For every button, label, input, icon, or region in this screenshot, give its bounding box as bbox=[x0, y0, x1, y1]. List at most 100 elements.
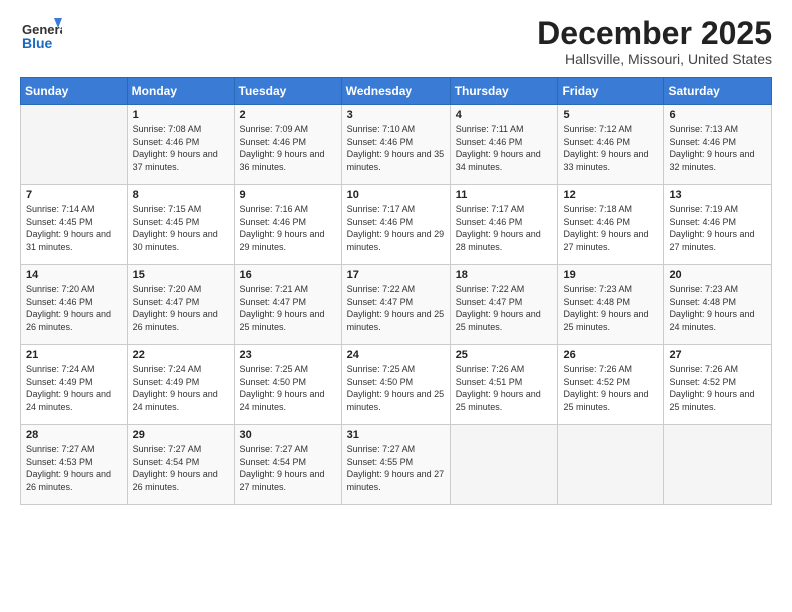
day-info: Sunrise: 7:17 AMSunset: 4:46 PMDaylight:… bbox=[456, 203, 553, 253]
day-number: 19 bbox=[563, 269, 658, 281]
day-info: Sunrise: 7:27 AMSunset: 4:53 PMDaylight:… bbox=[26, 443, 122, 493]
calendar-header: Sunday Monday Tuesday Wednesday Thursday… bbox=[21, 78, 772, 105]
day-number: 26 bbox=[563, 349, 658, 361]
day-info: Sunrise: 7:15 AMSunset: 4:45 PMDaylight:… bbox=[133, 203, 229, 253]
page-container: General Blue December 2025 Hallsville, M… bbox=[0, 0, 792, 515]
calendar-cell: 4 Sunrise: 7:11 AMSunset: 4:46 PMDayligh… bbox=[450, 105, 558, 185]
day-number: 9 bbox=[240, 189, 336, 201]
day-info: Sunrise: 7:19 AMSunset: 4:46 PMDaylight:… bbox=[669, 203, 766, 253]
calendar-cell: 16 Sunrise: 7:21 AMSunset: 4:47 PMDaylig… bbox=[234, 265, 341, 345]
day-number: 29 bbox=[133, 429, 229, 441]
day-number: 1 bbox=[133, 109, 229, 121]
day-number: 20 bbox=[669, 269, 766, 281]
day-info: Sunrise: 7:08 AMSunset: 4:46 PMDaylight:… bbox=[133, 123, 229, 173]
calendar-cell: 13 Sunrise: 7:19 AMSunset: 4:46 PMDaylig… bbox=[664, 185, 772, 265]
calendar-cell: 10 Sunrise: 7:17 AMSunset: 4:46 PMDaylig… bbox=[341, 185, 450, 265]
calendar-week-3: 21 Sunrise: 7:24 AMSunset: 4:49 PMDaylig… bbox=[21, 345, 772, 425]
calendar-cell: 27 Sunrise: 7:26 AMSunset: 4:52 PMDaylig… bbox=[664, 345, 772, 425]
calendar-cell: 7 Sunrise: 7:14 AMSunset: 4:45 PMDayligh… bbox=[21, 185, 128, 265]
day-number: 21 bbox=[26, 349, 122, 361]
calendar-cell bbox=[664, 425, 772, 505]
calendar-cell: 9 Sunrise: 7:16 AMSunset: 4:46 PMDayligh… bbox=[234, 185, 341, 265]
day-number: 12 bbox=[563, 189, 658, 201]
calendar-cell: 30 Sunrise: 7:27 AMSunset: 4:54 PMDaylig… bbox=[234, 425, 341, 505]
day-number: 2 bbox=[240, 109, 336, 121]
calendar-cell bbox=[450, 425, 558, 505]
day-info: Sunrise: 7:17 AMSunset: 4:46 PMDaylight:… bbox=[347, 203, 445, 253]
calendar-table: Sunday Monday Tuesday Wednesday Thursday… bbox=[20, 77, 772, 505]
calendar-cell: 21 Sunrise: 7:24 AMSunset: 4:49 PMDaylig… bbox=[21, 345, 128, 425]
calendar-cell: 29 Sunrise: 7:27 AMSunset: 4:54 PMDaylig… bbox=[127, 425, 234, 505]
day-number: 6 bbox=[669, 109, 766, 121]
calendar-cell: 11 Sunrise: 7:17 AMSunset: 4:46 PMDaylig… bbox=[450, 185, 558, 265]
calendar-cell: 17 Sunrise: 7:22 AMSunset: 4:47 PMDaylig… bbox=[341, 265, 450, 345]
day-info: Sunrise: 7:09 AMSunset: 4:46 PMDaylight:… bbox=[240, 123, 336, 173]
day-number: 28 bbox=[26, 429, 122, 441]
day-number: 18 bbox=[456, 269, 553, 281]
header-monday: Monday bbox=[127, 78, 234, 105]
day-info: Sunrise: 7:23 AMSunset: 4:48 PMDaylight:… bbox=[563, 283, 658, 333]
calendar-cell: 2 Sunrise: 7:09 AMSunset: 4:46 PMDayligh… bbox=[234, 105, 341, 185]
day-number: 30 bbox=[240, 429, 336, 441]
calendar-cell: 6 Sunrise: 7:13 AMSunset: 4:46 PMDayligh… bbox=[664, 105, 772, 185]
day-info: Sunrise: 7:20 AMSunset: 4:46 PMDaylight:… bbox=[26, 283, 122, 333]
header-friday: Friday bbox=[558, 78, 664, 105]
calendar-cell: 3 Sunrise: 7:10 AMSunset: 4:46 PMDayligh… bbox=[341, 105, 450, 185]
calendar-cell: 19 Sunrise: 7:23 AMSunset: 4:48 PMDaylig… bbox=[558, 265, 664, 345]
logo: General Blue bbox=[20, 16, 62, 58]
calendar-cell: 1 Sunrise: 7:08 AMSunset: 4:46 PMDayligh… bbox=[127, 105, 234, 185]
calendar-cell: 5 Sunrise: 7:12 AMSunset: 4:46 PMDayligh… bbox=[558, 105, 664, 185]
calendar-cell bbox=[558, 425, 664, 505]
calendar-cell: 28 Sunrise: 7:27 AMSunset: 4:53 PMDaylig… bbox=[21, 425, 128, 505]
day-info: Sunrise: 7:14 AMSunset: 4:45 PMDaylight:… bbox=[26, 203, 122, 253]
day-info: Sunrise: 7:18 AMSunset: 4:46 PMDaylight:… bbox=[563, 203, 658, 253]
calendar-cell bbox=[21, 105, 128, 185]
calendar-cell: 20 Sunrise: 7:23 AMSunset: 4:48 PMDaylig… bbox=[664, 265, 772, 345]
day-info: Sunrise: 7:27 AMSunset: 4:54 PMDaylight:… bbox=[133, 443, 229, 493]
day-info: Sunrise: 7:24 AMSunset: 4:49 PMDaylight:… bbox=[133, 363, 229, 413]
calendar-cell: 31 Sunrise: 7:27 AMSunset: 4:55 PMDaylig… bbox=[341, 425, 450, 505]
calendar-week-0: 1 Sunrise: 7:08 AMSunset: 4:46 PMDayligh… bbox=[21, 105, 772, 185]
logo-svg: General Blue bbox=[20, 16, 62, 58]
day-info: Sunrise: 7:25 AMSunset: 4:50 PMDaylight:… bbox=[240, 363, 336, 413]
day-number: 14 bbox=[26, 269, 122, 281]
header-wednesday: Wednesday bbox=[341, 78, 450, 105]
day-number: 5 bbox=[563, 109, 658, 121]
header-row: Sunday Monday Tuesday Wednesday Thursday… bbox=[21, 78, 772, 105]
day-number: 3 bbox=[347, 109, 445, 121]
day-number: 25 bbox=[456, 349, 553, 361]
day-number: 24 bbox=[347, 349, 445, 361]
header-tuesday: Tuesday bbox=[234, 78, 341, 105]
day-info: Sunrise: 7:23 AMSunset: 4:48 PMDaylight:… bbox=[669, 283, 766, 333]
day-info: Sunrise: 7:20 AMSunset: 4:47 PMDaylight:… bbox=[133, 283, 229, 333]
calendar-cell: 24 Sunrise: 7:25 AMSunset: 4:50 PMDaylig… bbox=[341, 345, 450, 425]
calendar-subtitle: Hallsville, Missouri, United States bbox=[537, 51, 772, 67]
day-info: Sunrise: 7:25 AMSunset: 4:50 PMDaylight:… bbox=[347, 363, 445, 413]
day-number: 8 bbox=[133, 189, 229, 201]
day-info: Sunrise: 7:27 AMSunset: 4:55 PMDaylight:… bbox=[347, 443, 445, 493]
day-number: 13 bbox=[669, 189, 766, 201]
calendar-cell: 25 Sunrise: 7:26 AMSunset: 4:51 PMDaylig… bbox=[450, 345, 558, 425]
day-info: Sunrise: 7:21 AMSunset: 4:47 PMDaylight:… bbox=[240, 283, 336, 333]
header-sunday: Sunday bbox=[21, 78, 128, 105]
day-info: Sunrise: 7:13 AMSunset: 4:46 PMDaylight:… bbox=[669, 123, 766, 173]
calendar-cell: 12 Sunrise: 7:18 AMSunset: 4:46 PMDaylig… bbox=[558, 185, 664, 265]
day-info: Sunrise: 7:26 AMSunset: 4:52 PMDaylight:… bbox=[563, 363, 658, 413]
day-number: 11 bbox=[456, 189, 553, 201]
day-number: 17 bbox=[347, 269, 445, 281]
header-thursday: Thursday bbox=[450, 78, 558, 105]
day-number: 22 bbox=[133, 349, 229, 361]
day-info: Sunrise: 7:24 AMSunset: 4:49 PMDaylight:… bbox=[26, 363, 122, 413]
calendar-cell: 14 Sunrise: 7:20 AMSunset: 4:46 PMDaylig… bbox=[21, 265, 128, 345]
header-area: General Blue December 2025 Hallsville, M… bbox=[20, 16, 772, 67]
calendar-cell: 18 Sunrise: 7:22 AMSunset: 4:47 PMDaylig… bbox=[450, 265, 558, 345]
calendar-body: 1 Sunrise: 7:08 AMSunset: 4:46 PMDayligh… bbox=[21, 105, 772, 505]
title-area: December 2025 Hallsville, Missouri, Unit… bbox=[537, 16, 772, 67]
calendar-cell: 26 Sunrise: 7:26 AMSunset: 4:52 PMDaylig… bbox=[558, 345, 664, 425]
calendar-week-1: 7 Sunrise: 7:14 AMSunset: 4:45 PMDayligh… bbox=[21, 185, 772, 265]
calendar-title: December 2025 bbox=[537, 16, 772, 51]
calendar-week-2: 14 Sunrise: 7:20 AMSunset: 4:46 PMDaylig… bbox=[21, 265, 772, 345]
day-info: Sunrise: 7:26 AMSunset: 4:51 PMDaylight:… bbox=[456, 363, 553, 413]
day-info: Sunrise: 7:22 AMSunset: 4:47 PMDaylight:… bbox=[456, 283, 553, 333]
day-number: 4 bbox=[456, 109, 553, 121]
